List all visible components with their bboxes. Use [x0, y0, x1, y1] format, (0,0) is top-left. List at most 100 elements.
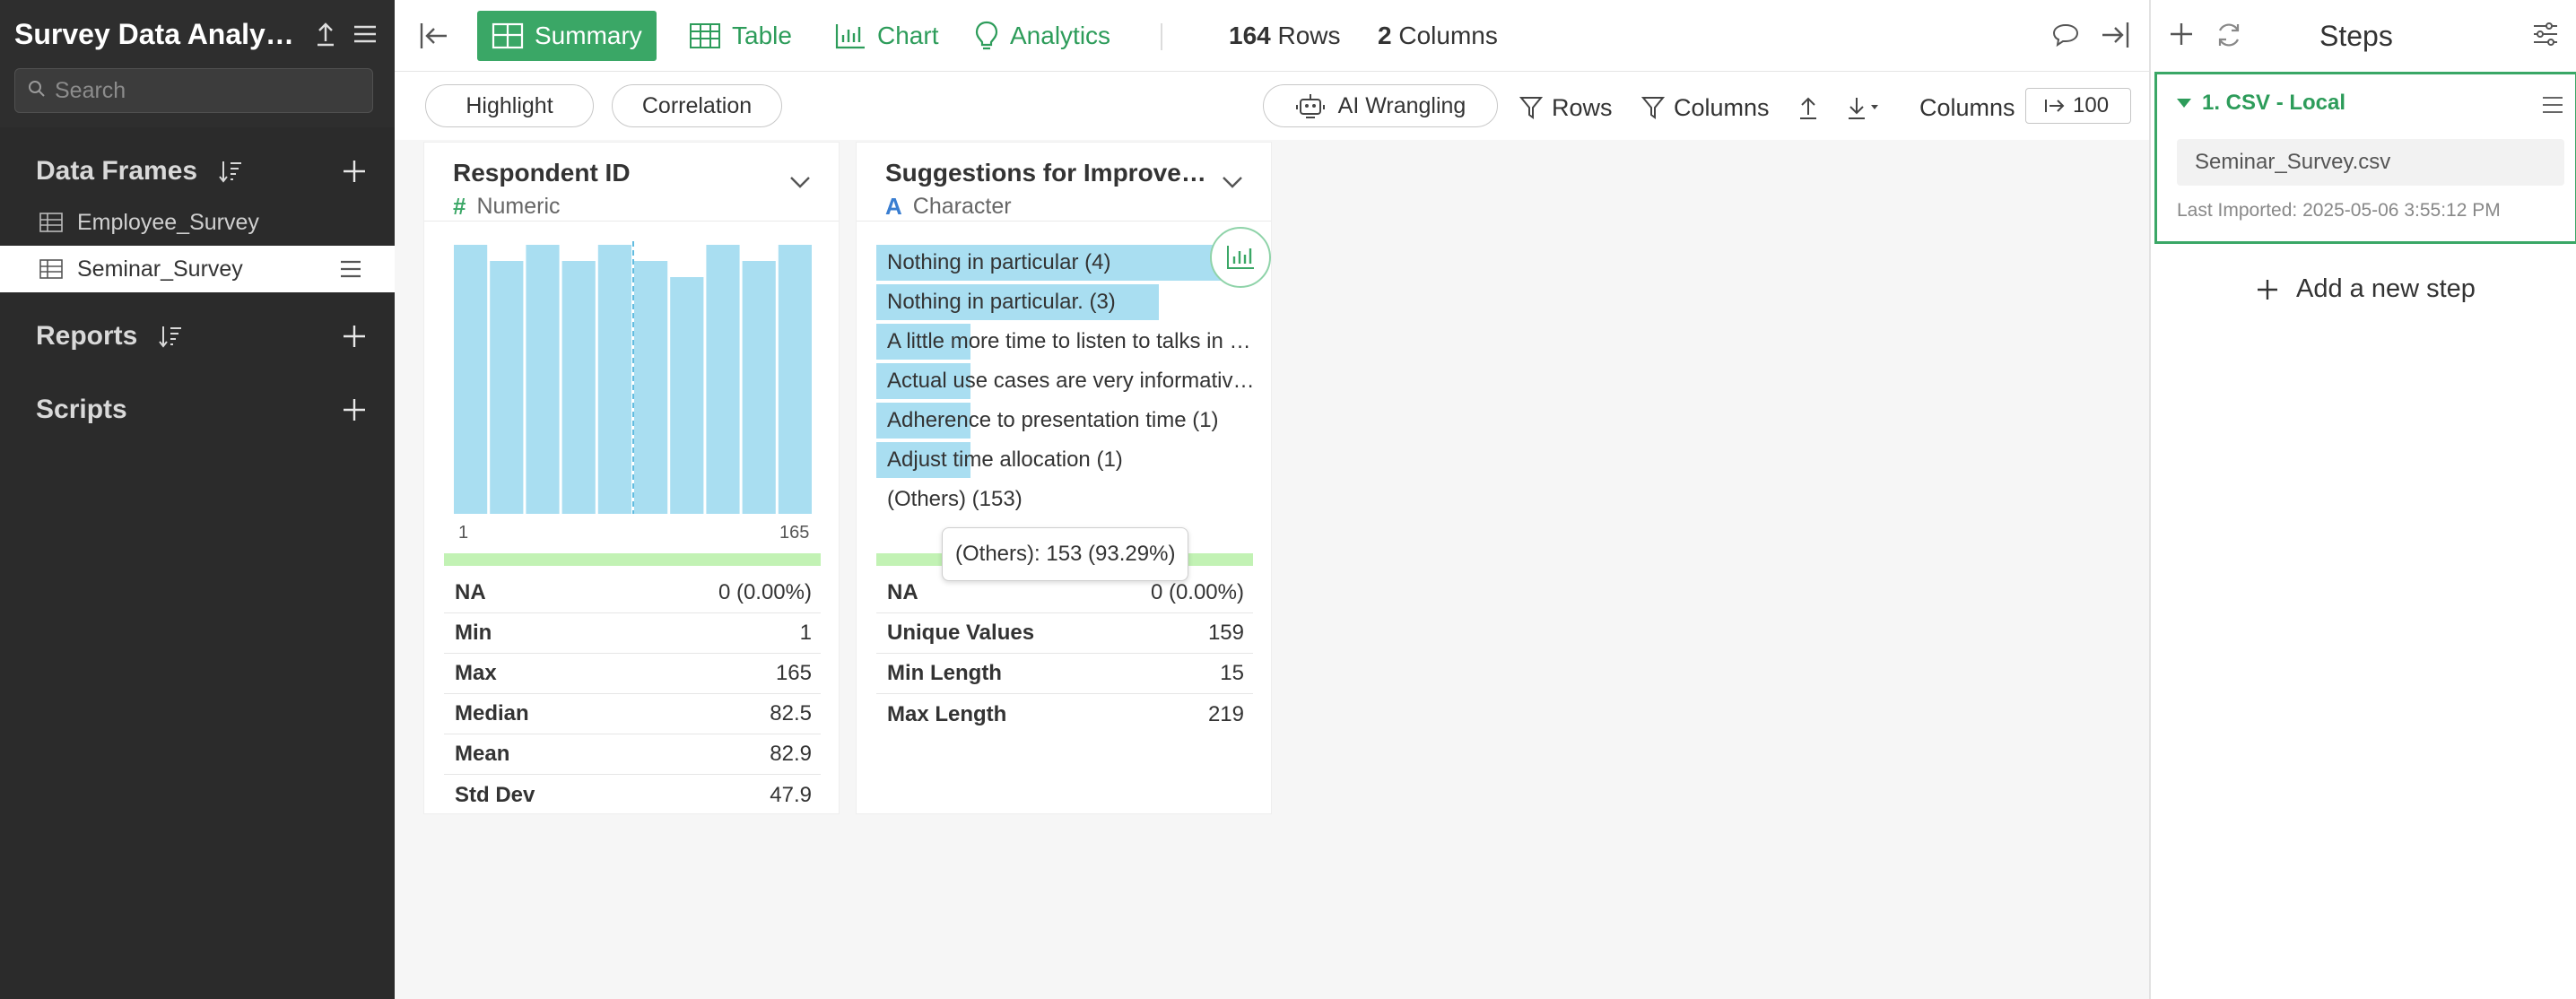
table-icon — [39, 259, 63, 279]
histogram-bar[interactable] — [778, 245, 812, 514]
column-type-label: Character — [912, 194, 1012, 219]
histogram-bar[interactable] — [670, 277, 704, 514]
highlight-button[interactable]: Highlight — [425, 84, 594, 127]
histogram-bar[interactable] — [454, 245, 488, 514]
step-card[interactable]: 1. CSV - Local Seminar_Survey.csv Last I… — [2154, 72, 2576, 244]
collapse-sidebar-icon[interactable] — [418, 20, 450, 52]
add-script-icon[interactable] — [341, 396, 368, 423]
hamburger-menu-icon[interactable] — [352, 21, 379, 48]
import-dropdown-icon[interactable] — [1846, 91, 1894, 124]
section-title: Scripts — [36, 395, 127, 424]
stat-row: Median 82.5 — [444, 694, 821, 734]
upload-icon[interactable] — [312, 21, 339, 48]
data-frame-menu-icon[interactable] — [339, 258, 362, 280]
columns-limit-value: 100 — [2073, 93, 2110, 117]
add-new-step-label: Add a new step — [2296, 274, 2476, 303]
stat-value: 1 — [799, 621, 812, 645]
bar-chart-icon — [1227, 246, 1254, 269]
lightbulb-icon — [975, 21, 998, 50]
project-title[interactable]: Survey Data Analysis — [14, 18, 300, 51]
sub-toolbar: Highlight Correlation AI Wrangling Rows … — [395, 72, 2149, 140]
stat-key: Min Length — [887, 661, 1002, 685]
section-data-frames: Data Frames — [0, 149, 395, 194]
search-input[interactable] — [55, 77, 360, 104]
chart-toggle-button[interactable] — [1210, 227, 1271, 288]
columns-limit-input[interactable]: 100 — [2025, 88, 2131, 124]
steps-panel: Steps 1. CSV - Local Seminar_Survey.csv … — [2149, 0, 2576, 999]
column-card-suggestions[interactable]: Suggestions for Improvement A Character … — [856, 142, 1272, 814]
chevron-down-icon[interactable] — [788, 173, 812, 191]
step-name[interactable]: 1. CSV - Local — [2177, 91, 2345, 116]
stat-row: Min 1 — [444, 613, 821, 654]
data-frame-item-active[interactable]: Seminar_Survey — [0, 246, 395, 292]
add-report-icon[interactable] — [341, 323, 368, 350]
stat-key: NA — [455, 580, 486, 604]
histogram-bar[interactable] — [490, 261, 524, 514]
step-menu-icon[interactable] — [2541, 94, 2564, 116]
plus-icon — [2258, 279, 2277, 300]
export-icon[interactable] — [1797, 91, 1828, 124]
category-label: (Others) (153) — [887, 487, 1023, 511]
refresh-icon[interactable] — [2214, 20, 2244, 50]
stat-value: 0 (0.00%) — [718, 580, 812, 604]
histogram-bar[interactable] — [742, 261, 776, 514]
category-label: Adherence to presentation time (1) — [887, 408, 1219, 432]
table-view-icon — [690, 23, 720, 48]
ai-wrangling-label: AI Wrangling — [1337, 92, 1466, 118]
data-frame-item[interactable]: Employee_Survey — [0, 199, 395, 246]
histogram-bar[interactable] — [561, 261, 596, 514]
view-chart-button[interactable]: Chart — [820, 11, 953, 61]
section-scripts: Scripts — [0, 387, 395, 432]
stat-value: 82.5 — [770, 701, 812, 725]
histogram-bar[interactable] — [597, 245, 631, 514]
step-file[interactable]: Seminar_Survey.csv — [2177, 139, 2564, 186]
histogram-bar[interactable] — [634, 261, 668, 514]
add-step-icon[interactable] — [2167, 20, 2197, 50]
arrow-right-bar-icon — [2045, 100, 2065, 112]
rows-filter-label: Rows — [1552, 93, 1613, 121]
ai-wrangling-button[interactable]: AI Wrangling — [1263, 84, 1498, 127]
view-summary-button[interactable]: Summary — [477, 11, 657, 61]
step-name-label: 1. CSV - Local — [2202, 91, 2346, 115]
view-table-button[interactable]: Table — [674, 11, 806, 61]
histogram-min-label: 1 — [458, 523, 469, 543]
histogram[interactable] — [453, 241, 814, 514]
histogram-bar[interactable] — [526, 245, 560, 514]
stat-value: 47.9 — [770, 782, 812, 807]
caret-down-icon[interactable] — [2177, 99, 2191, 108]
histogram-bar[interactable] — [706, 245, 740, 514]
collapse-steps-icon[interactable] — [2099, 20, 2129, 50]
stat-key: Median — [455, 701, 529, 725]
rows-count-value: 164 — [1229, 22, 1271, 49]
summary-icon — [492, 22, 524, 49]
settings-sliders-icon[interactable] — [2531, 20, 2562, 50]
table-icon — [39, 213, 63, 232]
chevron-down-icon[interactable] — [1221, 173, 1244, 191]
category-label: Nothing in particular. (3) — [887, 290, 1116, 314]
view-analytics-button[interactable]: Analytics — [960, 11, 1125, 61]
filter-icon — [1519, 97, 1543, 119]
sort-icon[interactable] — [217, 158, 244, 185]
sidebar-search — [14, 68, 373, 113]
character-type-icon: A — [885, 193, 902, 220]
column-name[interactable]: Respondent ID — [453, 159, 794, 187]
sort-icon[interactable] — [157, 323, 184, 350]
section-reports: Reports — [0, 314, 395, 359]
rows-filter-button[interactable]: Rows — [1519, 91, 1613, 124]
columns-limit-label: Columns — [1919, 93, 2015, 121]
section-title: Data Frames — [36, 156, 198, 186]
comment-icon[interactable] — [2050, 20, 2081, 50]
stat-row: NA 0 (0.00%) — [444, 573, 821, 613]
column-name[interactable]: Suggestions for Improvement — [885, 159, 1210, 187]
data-quality-bar[interactable] — [444, 553, 821, 566]
correlation-button[interactable]: Correlation — [612, 84, 782, 127]
column-card-respondent-id[interactable]: Respondent ID # Numeric 1 165 NA 0 (0.00%… — [423, 142, 840, 814]
step-last-imported: Last Imported: 2025-05-06 3:55:12 PM — [2177, 200, 2501, 221]
add-new-step-button[interactable]: Add a new step — [2255, 274, 2476, 304]
add-data-frame-icon[interactable] — [341, 158, 368, 185]
data-frame-label: Seminar_Survey — [77, 256, 243, 282]
top-toolbar: Summary Table Chart Analytics 164 Rows 2… — [395, 0, 2149, 72]
columns-filter-button[interactable]: Columns — [1641, 91, 1770, 124]
stat-key: Std Dev — [455, 782, 535, 807]
search-icon — [28, 80, 46, 102]
